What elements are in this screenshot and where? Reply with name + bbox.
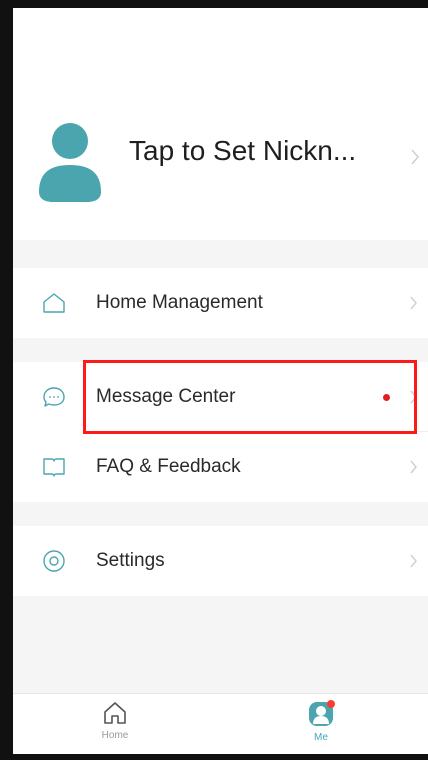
home-icon — [104, 702, 126, 724]
chevron-right-icon — [411, 149, 419, 165]
highlight-box — [83, 360, 417, 434]
chevron-right-icon — [410, 554, 417, 568]
me-screen: Tap to Set Nickn... Home Management Mess… — [13, 8, 428, 754]
settings-icon — [43, 550, 65, 572]
tab-label: Me — [314, 732, 328, 743]
nickname-label[interactable]: Tap to Set Nickn... — [129, 135, 356, 167]
menu-item-home-management[interactable]: Home Management — [13, 268, 428, 338]
bottom-tab-bar: Home Me — [13, 693, 428, 754]
menu-item-label: Settings — [96, 550, 165, 571]
tab-home[interactable]: Home — [85, 700, 145, 750]
menu-item-label: FAQ & Feedback — [96, 456, 241, 477]
chat-bubble-icon — [43, 387, 65, 407]
tab-me[interactable]: Me — [291, 700, 351, 750]
phone-frame: Tap to Set Nickn... Home Management Mess… — [0, 0, 428, 760]
chevron-right-icon — [410, 460, 417, 474]
tab-label: Home — [101, 730, 129, 741]
menu-item-faq-feedback[interactable]: FAQ & Feedback — [13, 432, 428, 502]
profile-header[interactable]: Tap to Set Nickn... — [13, 8, 428, 240]
chevron-right-icon — [410, 296, 417, 310]
avatar-icon[interactable] — [37, 120, 103, 202]
menu-item-settings[interactable]: Settings — [13, 526, 428, 596]
book-icon — [43, 458, 65, 477]
menu-item-label: Home Management — [96, 292, 263, 313]
notification-badge — [327, 700, 335, 708]
house-icon — [43, 293, 65, 313]
